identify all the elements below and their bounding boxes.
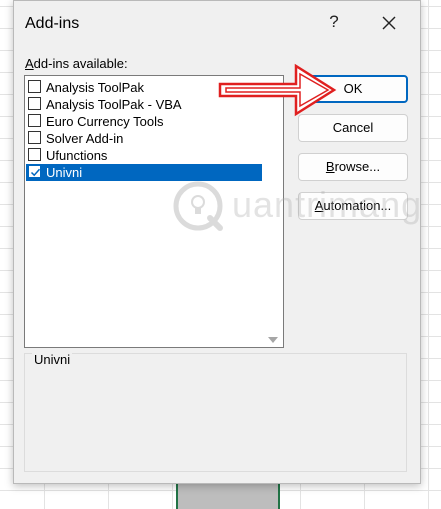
watermark: uantrimang — [170, 178, 430, 234]
add-ins-dialog: Add-ins ? Add-ins available: Analysis To… — [13, 0, 421, 484]
close-button[interactable] — [376, 10, 402, 36]
triangle-down-icon — [268, 337, 278, 343]
description-group — [24, 353, 407, 472]
checkbox[interactable] — [28, 148, 41, 161]
watermark-text: uantrimang — [232, 184, 423, 225]
close-icon — [382, 16, 396, 30]
checkbox[interactable] — [28, 131, 41, 144]
browse-button[interactable]: Browse... — [298, 153, 408, 181]
dialog-title: Add-ins — [25, 15, 80, 32]
selected-column-strip — [176, 480, 280, 509]
scroll-down-arrow[interactable] — [266, 332, 280, 343]
title-bar: Add-ins ? — [14, 1, 420, 47]
checkmark-icon — [30, 168, 41, 177]
watermark-logo-icon — [173, 181, 223, 231]
add-ins-available-label: Add-ins available: — [25, 56, 128, 71]
checkbox[interactable] — [28, 97, 41, 110]
list-item-ufunctions[interactable]: Ufunctions — [26, 147, 262, 164]
red-arrow-annotation — [218, 63, 337, 117]
checkbox[interactable] — [28, 114, 41, 127]
list-item-solver-add-in[interactable]: Solver Add-in — [26, 130, 262, 147]
description-title: Univni — [32, 352, 73, 367]
help-button[interactable]: ? — [323, 12, 345, 36]
checkbox-checked[interactable] — [28, 165, 41, 178]
checkbox[interactable] — [28, 80, 41, 93]
